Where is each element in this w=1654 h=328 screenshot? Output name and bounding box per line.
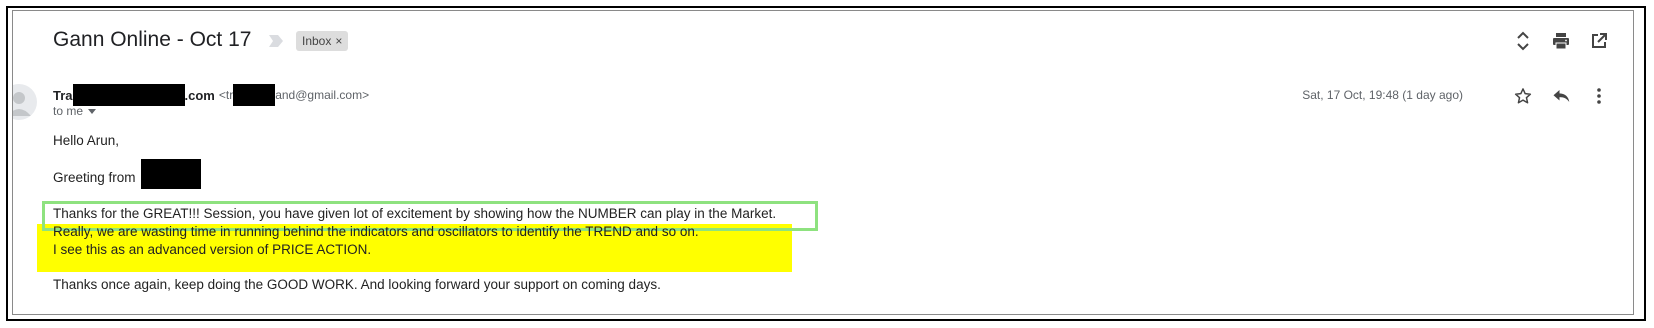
expand-collapse-icon[interactable] bbox=[1513, 31, 1533, 51]
remove-label-button[interactable]: × bbox=[335, 34, 342, 48]
redaction-sender-name bbox=[72, 84, 185, 106]
body-greeting: Hello Arun, bbox=[53, 133, 120, 148]
screenshot-frame: Gann Online - Oct 17 Inbox × Tra .com <t… bbox=[6, 6, 1646, 321]
body-line-3: I see this as an advanced version of PRI… bbox=[53, 242, 372, 257]
email-subject: Gann Online - Oct 17 bbox=[53, 28, 252, 51]
open-in-new-window-icon[interactable] bbox=[1589, 31, 1609, 51]
body-line-4: Thanks once again, keep doing the GOOD W… bbox=[53, 277, 661, 292]
email-view: Gann Online - Oct 17 Inbox × Tra .com <t… bbox=[12, 10, 1634, 315]
importance-marker-icon[interactable] bbox=[268, 34, 284, 48]
more-options-icon[interactable] bbox=[1589, 86, 1609, 106]
header-actions bbox=[1513, 31, 1609, 51]
redaction-sender-email bbox=[233, 84, 276, 106]
sender-name-end: .com bbox=[184, 87, 215, 103]
sender-info[interactable]: Tra .com <tr and@gmail.com> bbox=[53, 84, 369, 106]
recipient-details-toggle[interactable]: to me bbox=[53, 104, 97, 118]
chevron-down-icon bbox=[88, 108, 97, 114]
sender-email-end: and@gmail.com> bbox=[275, 88, 370, 102]
reply-icon[interactable] bbox=[1551, 86, 1571, 106]
body-line-2: Really, we are wasting time in running b… bbox=[53, 224, 699, 239]
sender-email-start: <tr bbox=[218, 88, 234, 102]
avatar-icon[interactable] bbox=[13, 84, 37, 120]
star-icon[interactable] bbox=[1513, 86, 1533, 106]
message-actions bbox=[1513, 86, 1609, 106]
email-date: Sat, 17 Oct, 19:48 (1 day ago) bbox=[1302, 88, 1463, 102]
label-text: Inbox bbox=[302, 34, 332, 48]
print-icon[interactable] bbox=[1551, 31, 1571, 51]
redaction-company bbox=[141, 159, 201, 189]
body-greeting-from: Greeting from bbox=[53, 170, 136, 185]
sender-name-start: Tra bbox=[53, 87, 73, 103]
recipient-label: to me bbox=[53, 104, 84, 118]
inbox-label-chip: Inbox × bbox=[296, 31, 349, 51]
